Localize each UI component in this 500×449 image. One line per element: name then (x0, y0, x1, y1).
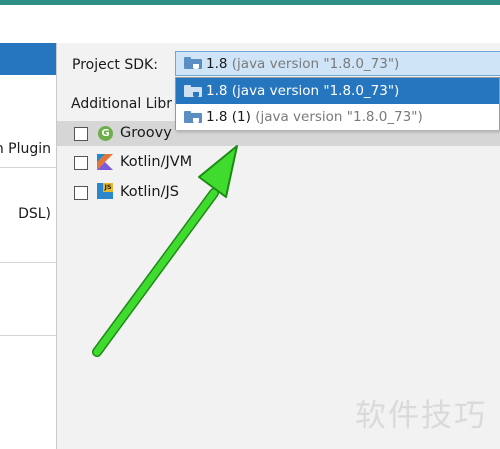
sdk-selected-version: 1.8 (206, 56, 228, 72)
library-name: Groovy (120, 125, 172, 141)
sdk-option-text: 1.8 (1) (java version "1.8.0_73") (206, 109, 423, 125)
kotlin-icon (97, 154, 113, 170)
sidebar-item-label: n Plugin (0, 141, 51, 157)
window-header-area (0, 5, 500, 43)
library-item-kotlin-js[interactable]: JS Kotlin/JS (57, 179, 500, 205)
jdk-folder-icon (184, 85, 202, 98)
library-name: Kotlin/JS (120, 184, 179, 200)
sidebar-divider (0, 335, 56, 336)
groovy-checkbox[interactable] (74, 127, 88, 141)
project-sdk-combobox[interactable]: 1.8 (java version "1.8.0_73") (175, 51, 500, 76)
sdk-option-1-8[interactable]: 1.8 (java version "1.8.0_73") (176, 78, 499, 104)
sidebar-item-selected[interactable] (0, 43, 56, 75)
sdk-option-detail: (java version "1.8.0_73") (231, 83, 400, 99)
additional-libraries-label: Additional Libr (71, 96, 173, 112)
library-item-kotlin-jvm[interactable]: Kotlin/JVM (57, 149, 500, 175)
sidebar-item-label: DSL) (18, 206, 51, 222)
sdk-option-version: 1.8 (1) (206, 109, 251, 125)
groovy-icon: G (98, 126, 113, 141)
sdk-option-1-8-1[interactable]: 1.8 (1) (java version "1.8.0_73") (176, 104, 499, 130)
kotlin-js-icon: JS (97, 183, 113, 199)
sidebar-divider (0, 262, 56, 263)
kotlin-jvm-checkbox[interactable] (74, 156, 88, 170)
sdk-option-detail: (java version "1.8.0_73") (255, 109, 423, 125)
watermark-text: 软件技巧 (355, 398, 487, 434)
sdk-selected-text: 1.8 (java version "1.8.0_73") (206, 56, 399, 72)
sdk-dropdown-list: 1.8 (java version "1.8.0_73") 1.8 (1) (j… (175, 77, 500, 130)
sdk-option-text: 1.8 (java version "1.8.0_73") (206, 83, 399, 99)
jdk-folder-icon (184, 111, 202, 124)
kotlin-js-checkbox[interactable] (74, 186, 88, 200)
jdk-folder-icon (184, 57, 202, 70)
sdk-option-version: 1.8 (206, 83, 228, 99)
library-name: Kotlin/JVM (120, 154, 193, 170)
sidebar-divider (0, 167, 56, 168)
sdk-selected-detail: (java version "1.8.0_73") (231, 56, 400, 72)
project-sdk-label: Project SDK: (72, 57, 158, 73)
project-type-sidebar: n Plugin DSL) (0, 43, 57, 449)
